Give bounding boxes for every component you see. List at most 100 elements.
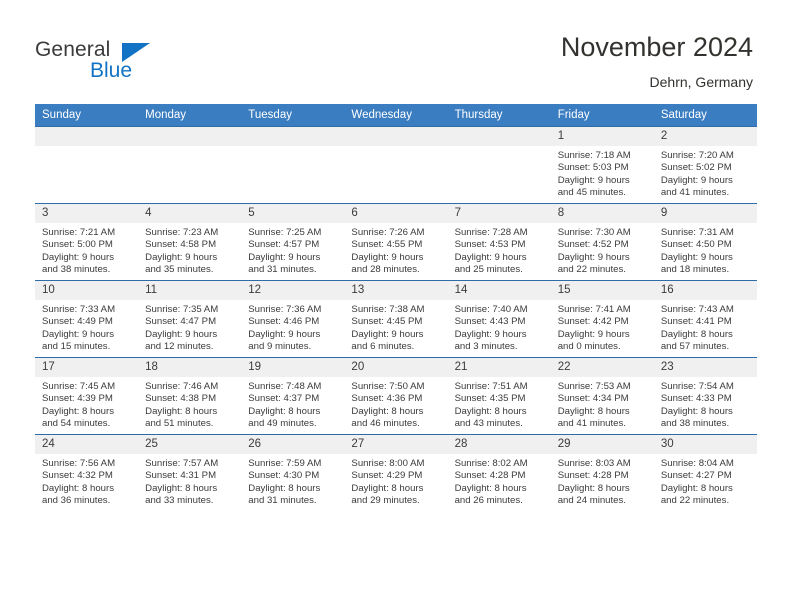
day-number [241,127,345,146]
calendar-body: 1 Sunrise: 7:18 AM Sunset: 5:03 PM Daylight… [35,126,757,511]
calendar-day-cell[interactable]: 13 Sunrise: 7:38 AM Sunset: 4:45 PM Dayligh… [344,280,448,358]
calendar-day-cell[interactable]: 9 Sunrise: 7:31 AM Sunset: 4:50 PM Daylight… [653,203,757,281]
sunrise-time: Sunrise: 7:56 AM [42,458,116,469]
sunrise-time: Sunrise: 8:03 AM [557,458,631,469]
day-details: Sunrise: 7:41 AM Sunset: 4:42 PM Daylight:… [551,300,654,354]
calendar-day-cell[interactable]: 25 Sunrise: 7:57 AM Sunset: 4:31 PM Dayligh… [138,434,242,511]
calendar-day-cell[interactable]: 24 Sunrise: 7:56 AM Sunset: 4:32 PM Dayligh… [35,434,139,511]
daylight-duration-line1: Daylight: 9 hours [660,174,733,186]
day-details: Sunrise: 7:43 AM Sunset: 4:41 PM Daylight:… [654,300,757,354]
day-number: 9 [653,204,757,223]
daylight-duration-line1: Daylight: 8 hours [248,405,321,417]
daylight-duration-line1: Daylight: 8 hours [660,328,733,340]
daylight-duration-line1: Daylight: 9 hours [557,174,630,186]
day-details: Sunrise: 8:00 AM Sunset: 4:29 PM Daylight:… [344,454,447,508]
calendar-day-cell[interactable]: 4 Sunrise: 7:23 AM Sunset: 4:58 PM Daylight… [138,203,242,281]
daylight-duration-line1: Daylight: 9 hours [42,328,114,340]
daylight-duration-line2: and 26 minutes. [454,495,523,507]
calendar-day-cell[interactable]: 2 Sunrise: 7:20 AM Sunset: 5:02 PM Daylight… [653,126,757,204]
daylight-duration-line1: Daylight: 8 hours [42,405,114,417]
calendar-day-cell[interactable]: 19 Sunrise: 7:48 AM Sunset: 4:37 PM Dayligh… [241,357,345,435]
sunrise-time: Sunrise: 7:28 AM [454,227,528,238]
sunset-time: Sunset: 4:52 PM [557,239,629,251]
day-details: Sunrise: 7:45 AM Sunset: 4:39 PM Daylight:… [35,377,138,431]
daylight-duration-line1: Daylight: 9 hours [351,251,424,263]
day-details: Sunrise: 7:30 AM Sunset: 4:52 PM Daylight:… [551,223,654,277]
sunset-time: Sunset: 4:41 PM [660,316,732,328]
calendar-day-cell[interactable]: 11 Sunrise: 7:35 AM Sunset: 4:47 PM Dayligh… [138,280,242,358]
sunset-time: Sunset: 4:31 PM [145,470,217,482]
sunset-time: Sunset: 4:28 PM [454,470,526,482]
location-label: Dehrn, Germany [649,74,753,90]
calendar-day-cell[interactable]: 7 Sunrise: 7:28 AM Sunset: 4:53 PM Daylight… [447,203,551,281]
calendar-day-cell[interactable]: 21 Sunrise: 7:51 AM Sunset: 4:35 PM Dayligh… [447,357,551,435]
daylight-duration-line1: Daylight: 9 hours [145,251,218,263]
daylight-duration-line1: Daylight: 8 hours [454,482,527,494]
calendar-day-cell[interactable]: 12 Sunrise: 7:36 AM Sunset: 4:46 PM Dayligh… [241,280,345,358]
calendar-day-cell[interactable]: 1 Sunrise: 7:18 AM Sunset: 5:03 PM Daylight… [550,126,654,204]
calendar-day-cell[interactable]: 14 Sunrise: 7:40 AM Sunset: 4:43 PM Dayligh… [447,280,551,358]
sunrise-time: Sunrise: 7:25 AM [248,227,322,238]
calendar-day-cell[interactable]: 5 Sunrise: 7:25 AM Sunset: 4:57 PM Daylight… [241,203,345,281]
sunrise-time: Sunrise: 7:21 AM [42,227,116,238]
calendar-day-cell[interactable]: 27 Sunrise: 8:00 AM Sunset: 4:29 PM Dayligh… [344,434,448,511]
daylight-duration-line2: and 15 minutes. [42,341,111,353]
daylight-duration-line2: and 31 minutes. [248,495,317,507]
sunrise-time: Sunrise: 7:41 AM [557,304,631,315]
calendar-day-cell[interactable]: 28 Sunrise: 8:02 AM Sunset: 4:28 PM Dayligh… [447,434,551,511]
calendar-day-cell[interactable]: 23 Sunrise: 7:54 AM Sunset: 4:33 PM Dayligh… [653,357,757,435]
daylight-duration-line2: and 57 minutes. [660,341,730,353]
sunrise-time: Sunrise: 7:45 AM [42,381,116,392]
day-number: 15 [550,281,654,300]
daylight-duration-line1: Daylight: 8 hours [145,405,218,417]
calendar-day-cell[interactable]: 16 Sunrise: 7:43 AM Sunset: 4:41 PM Dayligh… [653,280,757,358]
calendar-day-cell[interactable]: 20 Sunrise: 7:50 AM Sunset: 4:36 PM Dayligh… [344,357,448,435]
sunrise-time: Sunrise: 7:35 AM [145,304,219,315]
calendar-week-row: 10 Sunrise: 7:33 AM Sunset: 4:49 PM Dayligh… [35,280,757,358]
day-number [138,127,242,146]
weekday-header-monday: Monday [138,104,242,127]
sunset-time: Sunset: 5:00 PM [42,239,113,251]
day-number: 23 [653,358,757,377]
day-details: Sunrise: 7:38 AM Sunset: 4:45 PM Daylight:… [344,300,447,354]
day-details: Sunrise: 8:03 AM Sunset: 4:28 PM Daylight:… [551,454,654,508]
daylight-duration-line2: and 38 minutes. [660,418,730,430]
calendar-day-cell[interactable]: 6 Sunrise: 7:26 AM Sunset: 4:55 PM Daylight… [344,203,448,281]
day-details: Sunrise: 7:35 AM Sunset: 4:47 PM Daylight:… [138,300,241,354]
day-number: 18 [138,358,242,377]
sunrise-time: Sunrise: 7:59 AM [248,458,322,469]
daylight-duration-line2: and 22 minutes. [557,264,626,276]
brand-logo[interactable]: General Blue [35,38,255,88]
calendar-day-cell-empty [138,126,242,204]
sunrise-time: Sunrise: 7:53 AM [557,381,631,392]
calendar-day-cell[interactable]: 8 Sunrise: 7:30 AM Sunset: 4:52 PM Daylight… [550,203,654,281]
daylight-duration-line2: and 6 minutes. [351,341,415,353]
sunset-time: Sunset: 4:53 PM [454,239,526,251]
calendar-page: General Blue November 2024 Dehrn, German… [0,0,792,612]
daylight-duration-line2: and 22 minutes. [660,495,730,507]
calendar-day-cell[interactable]: 22 Sunrise: 7:53 AM Sunset: 4:34 PM Dayligh… [550,357,654,435]
daylight-duration-line1: Daylight: 9 hours [42,251,114,263]
calendar-day-cell[interactable]: 30 Sunrise: 8:04 AM Sunset: 4:27 PM Dayligh… [653,434,757,511]
day-number: 14 [447,281,551,300]
day-details: Sunrise: 7:25 AM Sunset: 4:57 PM Daylight:… [241,223,344,277]
day-details: Sunrise: 7:50 AM Sunset: 4:36 PM Daylight:… [344,377,447,431]
daylight-duration-line1: Daylight: 8 hours [248,482,321,494]
sunset-time: Sunset: 4:43 PM [454,316,526,328]
day-number: 3 [35,204,139,223]
sunrise-time: Sunrise: 7:54 AM [660,381,734,392]
calendar-day-cell[interactable]: 3 Sunrise: 7:21 AM Sunset: 5:00 PM Daylight… [35,203,139,281]
sunrise-time: Sunrise: 7:20 AM [660,150,734,161]
weekday-header-friday: Friday [550,104,654,127]
sunrise-time: Sunrise: 8:04 AM [660,458,734,469]
day-details: Sunrise: 7:26 AM Sunset: 4:55 PM Daylight:… [344,223,447,277]
calendar-day-cell[interactable]: 10 Sunrise: 7:33 AM Sunset: 4:49 PM Dayligh… [35,280,139,358]
calendar-day-cell[interactable]: 26 Sunrise: 7:59 AM Sunset: 4:30 PM Dayligh… [241,434,345,511]
calendar-day-cell[interactable]: 15 Sunrise: 7:41 AM Sunset: 4:42 PM Dayligh… [550,280,654,358]
sunset-time: Sunset: 4:29 PM [351,470,423,482]
daylight-duration-line1: Daylight: 9 hours [454,251,527,263]
calendar-day-cell[interactable]: 29 Sunrise: 8:03 AM Sunset: 4:28 PM Dayligh… [550,434,654,511]
calendar-day-cell[interactable]: 17 Sunrise: 7:45 AM Sunset: 4:39 PM Dayligh… [35,357,139,435]
calendar-day-cell[interactable]: 18 Sunrise: 7:46 AM Sunset: 4:38 PM Dayligh… [138,357,242,435]
daylight-duration-line2: and 29 minutes. [351,495,420,507]
